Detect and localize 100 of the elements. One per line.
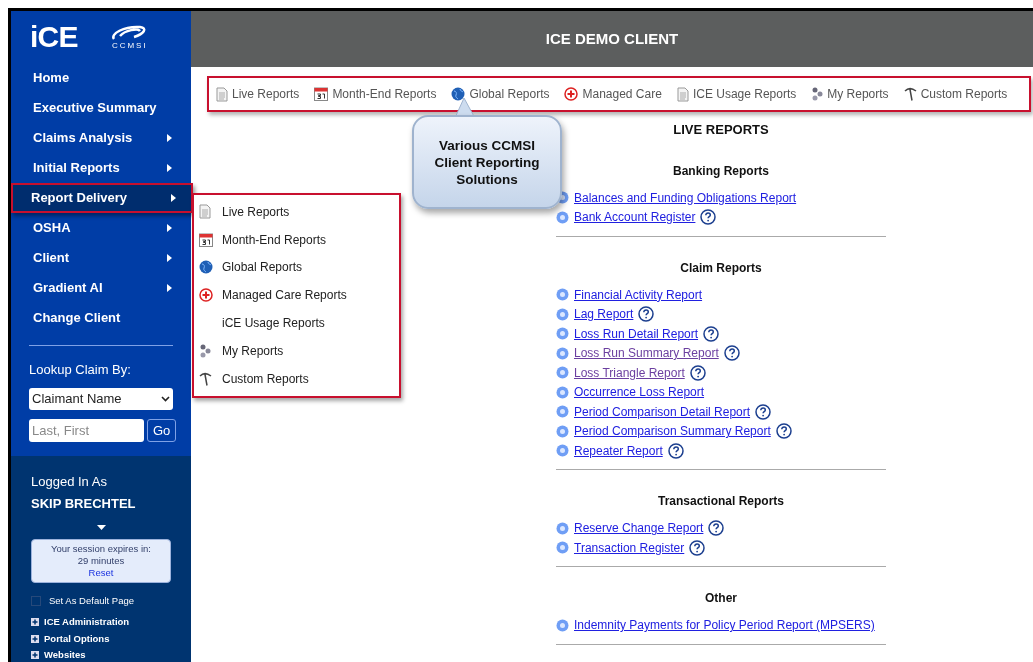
help-icon[interactable] bbox=[755, 403, 772, 420]
bullet-icon bbox=[556, 424, 569, 438]
report-link[interactable]: Indemnity Payments for Policy Period Report (MPSERS) bbox=[574, 616, 875, 635]
molecule-icon bbox=[199, 343, 211, 358]
toolbar-link[interactable]: Live Reports bbox=[232, 85, 300, 103]
report-link[interactable]: Transaction Register bbox=[574, 538, 685, 557]
claim-search-field[interactable]: Last, First bbox=[29, 419, 144, 442]
plus-box-icon[interactable] bbox=[31, 618, 39, 627]
toolbar-link[interactable]: ICE Usage Reports bbox=[692, 85, 797, 103]
bullet-icon bbox=[556, 307, 569, 321]
medical-plus-icon bbox=[199, 288, 213, 303]
default-page-checkbox[interactable] bbox=[31, 596, 41, 607]
submenu-item[interactable]: Live Reports bbox=[222, 202, 290, 221]
report-link[interactable]: Loss Triangle Report bbox=[574, 363, 685, 382]
globe-icon bbox=[199, 260, 213, 275]
submenu-item[interactable]: Managed Care Reports bbox=[222, 286, 347, 305]
toolbar-link[interactable]: Custom Reports bbox=[920, 85, 1008, 103]
report-link[interactable]: Balances and Funding Obligations Report bbox=[574, 188, 797, 207]
calendar-icon bbox=[314, 87, 329, 101]
document-icon bbox=[216, 86, 228, 102]
bullet-icon bbox=[556, 521, 569, 535]
report-link[interactable]: Loss Run Summary Report bbox=[574, 344, 719, 363]
submenu-item[interactable]: Global Reports bbox=[222, 258, 303, 277]
session-text: Your session expires in: bbox=[51, 543, 151, 555]
bullet-icon bbox=[556, 366, 569, 380]
tree-item[interactable]: Portal Options bbox=[44, 631, 110, 646]
report-link[interactable]: Period Comparison Summary Report bbox=[574, 422, 771, 441]
tree-item[interactable]: ICE Administration bbox=[44, 615, 130, 630]
sidebar-item[interactable]: OSHA bbox=[11, 212, 191, 243]
molecule-icon bbox=[811, 87, 824, 101]
bullet-icon bbox=[556, 346, 569, 360]
globe-icon bbox=[451, 87, 466, 101]
header-title: ICE DEMO CLIENT bbox=[545, 28, 679, 49]
plus-box-icon[interactable] bbox=[31, 634, 39, 643]
toolbar-link[interactable]: My Reports bbox=[827, 85, 889, 103]
help-icon[interactable] bbox=[689, 539, 706, 556]
partner-logo-text: CCMSI bbox=[111, 41, 148, 50]
page-title: LIVE REPORTS bbox=[672, 121, 770, 139]
toolbar-link[interactable]: Managed Care bbox=[582, 85, 662, 103]
pickaxe-icon bbox=[903, 87, 917, 101]
lookup-select[interactable]: Claimant Name bbox=[29, 388, 173, 410]
section-heading: Claim Reports bbox=[679, 259, 763, 277]
session-minutes: 29 minutes bbox=[77, 555, 125, 567]
reset-link[interactable]: Reset bbox=[88, 567, 114, 579]
report-link[interactable]: Financial Activity Report bbox=[574, 285, 703, 304]
user-name: SKIP BRECHTEL bbox=[31, 494, 137, 513]
bullet-icon bbox=[556, 210, 569, 224]
report-link[interactable]: Period Comparison Detail Report bbox=[574, 402, 751, 421]
bullet-icon bbox=[556, 385, 569, 399]
sidebar-item[interactable]: Report Delivery bbox=[11, 182, 193, 213]
bullet-icon bbox=[556, 288, 569, 302]
go-button[interactable]: Go bbox=[147, 419, 177, 442]
submenu-item[interactable]: Month-End Reports bbox=[222, 230, 327, 249]
submenu-item[interactable]: My Reports bbox=[222, 341, 284, 360]
bullet-icon bbox=[556, 327, 569, 341]
report-link[interactable]: Reserve Change Report bbox=[574, 519, 704, 538]
sidebar-item[interactable]: Claims Analysis bbox=[11, 122, 191, 153]
bullet-icon bbox=[556, 618, 569, 632]
help-icon[interactable] bbox=[708, 520, 725, 537]
help-icon[interactable] bbox=[689, 364, 706, 381]
logo-text: iCE bbox=[30, 21, 78, 52]
report-link[interactable]: Loss Run Detail Report bbox=[574, 324, 699, 343]
report-link[interactable]: Repeater Report bbox=[574, 441, 663, 460]
help-icon[interactable] bbox=[775, 423, 792, 440]
calendar-icon bbox=[199, 232, 213, 247]
report-link[interactable]: Bank Account Register bbox=[574, 208, 696, 227]
bullet-icon bbox=[556, 405, 569, 419]
report-link[interactable]: Occurrence Loss Report bbox=[574, 383, 705, 402]
caret-down-icon bbox=[96, 525, 106, 530]
help-icon[interactable] bbox=[723, 345, 740, 362]
sidebar-item[interactable]: Client bbox=[11, 242, 191, 273]
logged-in-label: Logged In As bbox=[31, 473, 108, 491]
submenu-item[interactable]: Custom Reports bbox=[222, 369, 309, 388]
default-page-label: Set As Default Page bbox=[49, 594, 135, 608]
pickaxe-icon bbox=[199, 371, 212, 386]
report-link[interactable]: Lag Report bbox=[574, 305, 634, 324]
sidebar-item[interactable]: Gradient AI bbox=[11, 272, 191, 303]
sidebar-item[interactable]: Initial Reports bbox=[11, 152, 191, 183]
document-icon bbox=[199, 204, 211, 220]
medical-plus-icon bbox=[564, 87, 579, 101]
sidebar-item[interactable]: Change Client bbox=[11, 302, 191, 333]
section-heading: Banking Reports bbox=[672, 162, 770, 180]
sidebar-item[interactable]: Executive Summary bbox=[11, 92, 191, 123]
lookup-label: Lookup Claim By: bbox=[29, 360, 132, 379]
callout-text: Various CCMSI Client Reporting Solutions bbox=[433, 136, 541, 188]
toolbar-link[interactable]: Month-End Reports bbox=[332, 85, 437, 103]
help-icon[interactable] bbox=[700, 209, 717, 226]
submenu-item[interactable]: iCE Usage Reports bbox=[222, 314, 325, 333]
plus-box-icon[interactable] bbox=[31, 650, 39, 659]
help-icon[interactable] bbox=[703, 325, 720, 342]
help-icon[interactable] bbox=[638, 306, 655, 323]
section-heading: Transactional Reports bbox=[656, 493, 785, 510]
section-heading: Other bbox=[704, 590, 738, 607]
toolbar-link[interactable]: Global Reports bbox=[469, 85, 550, 103]
chevron-down-icon bbox=[161, 396, 170, 402]
help-icon[interactable] bbox=[667, 442, 684, 459]
bullet-icon bbox=[556, 444, 569, 458]
sidebar-item[interactable]: Home bbox=[11, 62, 191, 93]
tree-item[interactable]: Websites bbox=[44, 647, 86, 662]
document-icon bbox=[676, 86, 689, 102]
